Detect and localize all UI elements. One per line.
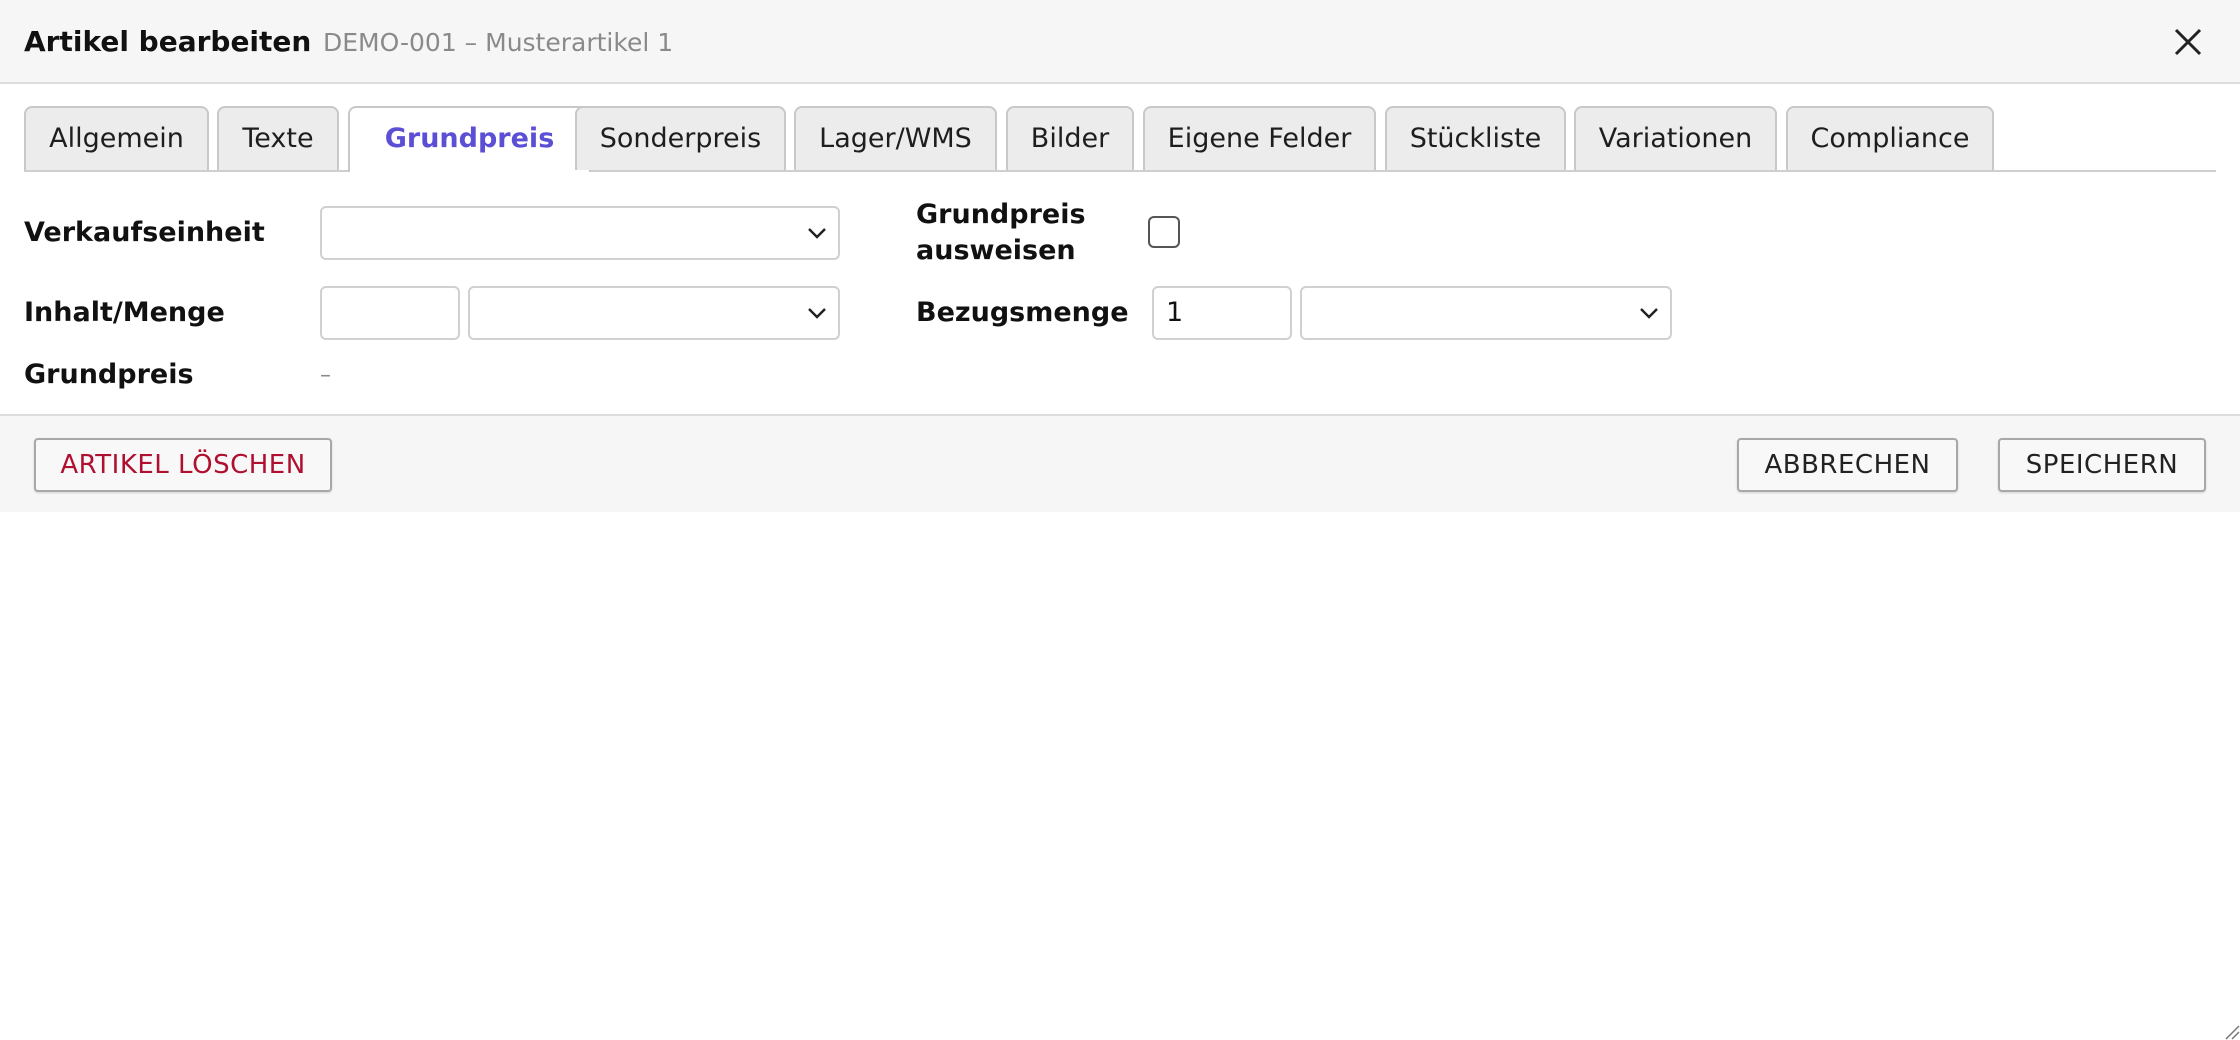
inhalt-menge-amount-input[interactable] [320,286,460,340]
close-icon [2174,28,2202,56]
save-button[interactable]: SPEICHERN [1998,438,2206,492]
chevron-down-icon [808,308,826,319]
close-button[interactable] [2168,22,2208,62]
tab-allgemein[interactable]: Allgemein [24,106,209,170]
dialog-subtitle: DEMO-001 – Musterartikel 1 [323,28,674,57]
tab-lager-wms[interactable]: Lager/WMS [794,106,997,170]
tab-compliance[interactable]: Compliance [1786,106,1994,170]
verkaufseinheit-label: Verkaufseinheit [24,217,265,248]
cancel-button[interactable]: ABBRECHEN [1737,438,1958,492]
tab-sonderpreis[interactable]: Sonderpreis [575,106,786,170]
grundpreis-ausweisen-label-line1: Grundpreis [916,199,1086,230]
dialog-title: Artikel bearbeiten [24,25,312,58]
inhalt-menge-label: Inhalt/Menge [24,297,225,328]
dialog-footer: ARTIKEL LÖSCHEN ABBRECHEN SPEICHERN [0,414,2240,512]
resize-grip-icon[interactable] [2222,1022,2240,1040]
dialog-header: Artikel bearbeiten DEMO-001 – Musterarti… [0,0,2240,84]
edit-article-dialog: Artikel bearbeiten DEMO-001 – Musterarti… [0,0,2240,1040]
grundpreis-value: – [320,363,331,388]
chevron-down-icon [808,228,826,239]
grundpreis-ausweisen-label-line2: ausweisen [916,235,1076,266]
bezugsmenge-unit-select[interactable] [1300,286,1672,340]
tab-grundpreis[interactable]: Grundpreis [348,106,591,172]
bezugsmenge-label: Bezugsmenge [916,297,1129,328]
tab-bar: Allgemein Texte Grundpreis Sonderpreis L… [24,106,2216,172]
tab-stueckliste[interactable]: Stückliste [1385,106,1566,170]
inhalt-menge-unit-select[interactable] [468,286,840,340]
tab-bilder[interactable]: Bilder [1006,106,1134,170]
chevron-down-icon [1640,308,1658,319]
tab-texte[interactable]: Texte [217,106,339,170]
tab-variationen[interactable]: Variationen [1574,106,1777,170]
grundpreis-label: Grundpreis [24,359,194,390]
delete-article-button[interactable]: ARTIKEL LÖSCHEN [34,438,332,492]
bezugsmenge-amount-input[interactable]: 1 [1152,286,1292,340]
tab-eigene-felder[interactable]: Eigene Felder [1143,106,1376,170]
verkaufseinheit-select[interactable] [320,206,840,260]
grundpreis-ausweisen-checkbox[interactable] [1148,216,1180,248]
